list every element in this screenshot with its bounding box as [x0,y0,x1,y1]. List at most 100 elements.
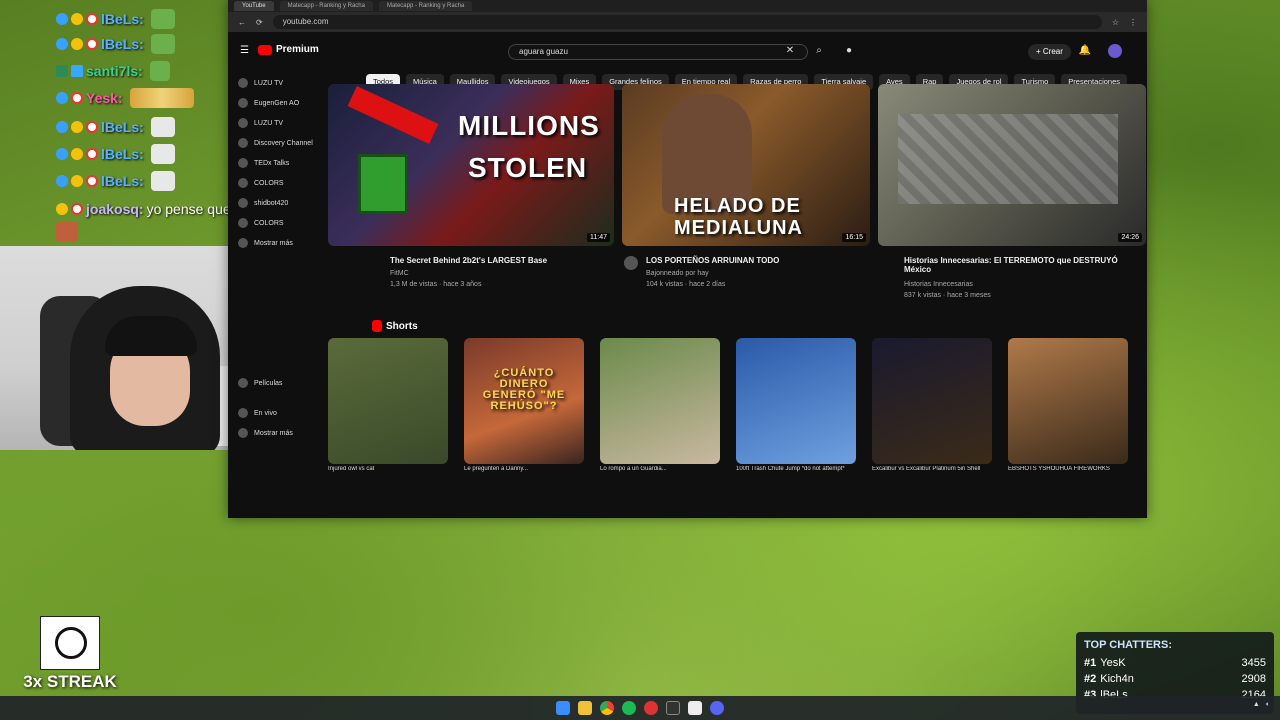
tab-matecapp-2[interactable]: Matecapp - Ranking y Racha [378,1,473,11]
file-explorer-icon[interactable] [578,701,592,715]
short-title[interactable]: Le pregunten a Danny... [464,466,584,472]
reload-icon[interactable]: ⟳ [256,18,263,27]
channel-icon [238,428,248,438]
verified-badge-icon [56,175,68,187]
video-thumbnail[interactable]: MILLIONS STOLEN 11:47 [328,84,614,246]
short-thumbnail[interactable] [872,338,992,464]
video-thumbnail[interactable]: 24:26 [878,84,1146,246]
hamburger-icon[interactable]: ☰ [240,45,249,56]
chrome-icon[interactable] [600,701,614,715]
verified-badge-icon [56,92,68,104]
short-title[interactable]: Injured owl vs cat [328,466,448,472]
search-input[interactable]: aguara guazu [508,44,808,60]
chat-message: Yesk: [56,87,194,109]
youtube-logo[interactable]: Premium [258,44,319,55]
video-title[interactable]: Historias Innecesarias: El TERREMOTO que… [904,256,1124,274]
short-thumbnail[interactable]: ¿CUÁNTO DINERO GENERÓ "ME REHÚSO"? [464,338,584,464]
tab-youtube[interactable]: YouTube [234,1,274,11]
video-duration: 16:15 [842,233,866,242]
chrome-alt-icon[interactable] [644,701,658,715]
youtube-header: ☰ Premium aguara guazu ✕ ⌕ ● + Crear 🔔 [228,32,1147,72]
network-icon[interactable]: ▲ [1253,701,1260,708]
volume-icon[interactable]: ◐ [1266,701,1270,708]
streamer-hair [105,316,197,356]
short-thumbnail[interactable] [600,338,720,464]
channel-icon [238,138,248,148]
short-title[interactable]: 100ft Trash Chute Jump *do not attempt* [736,466,856,472]
search-icon[interactable]: ⌕ [812,44,826,58]
sidebar-item[interactable]: Mostrar más [238,238,293,248]
mic-icon[interactable]: ● [842,44,856,58]
url-field[interactable]: youtube.com [272,15,1102,29]
frog-emote-icon [150,9,175,29]
spotify-icon[interactable] [622,701,636,715]
chat-username: joakosq: [86,201,144,217]
chat-message: lBeLs: [56,116,175,138]
sidebar-item[interactable]: En vivo [238,408,277,418]
video-meta: 1,3 M de vistas · hace 3 años [390,281,482,288]
sidebar-item[interactable]: TEDx Talks [238,158,289,168]
channel-icon [238,98,248,108]
back-icon[interactable]: ← [238,18,246,27]
chat-message: lBeLs: [56,33,175,55]
sub-badge-icon [71,121,83,133]
heart-badge-icon [86,175,98,187]
sidebar-item[interactable]: Películas [238,378,282,388]
sidebar-item-label: Películas [254,379,283,387]
verified-badge-icon [56,13,68,25]
sidebar-item[interactable]: COLORS [238,218,284,228]
channel-icon [238,408,248,418]
bookmark-icon[interactable]: ☆ [1112,18,1119,27]
sidebar-item[interactable]: LUZU TV [238,118,283,128]
sidebar-item[interactable]: Discovery Channel [238,138,313,148]
short-title[interactable]: Lo rompo a un Guardia... [600,466,720,472]
obs-icon[interactable] [666,701,680,715]
video-title[interactable]: LOS PORTEÑOS ARRUINAN TODO [646,256,779,265]
menu-icon[interactable]: ⋮ [1129,18,1137,27]
sidebar-item[interactable]: EugenGen AO [238,98,299,108]
chat-username: lBeLs: [101,36,144,52]
chat-emote-icon [56,222,78,242]
tab-matecapp[interactable]: Matecapp - Ranking y Racha [279,1,373,11]
short-thumbnail[interactable] [328,338,448,464]
sidebar-item[interactable]: COLORS [238,178,284,188]
channel-avatar[interactable] [624,256,638,270]
frog-emote-icon [150,34,175,54]
clear-search-icon[interactable]: ✕ [783,44,797,58]
tab-bar: YouTube Matecapp - Ranking y Racha Matec… [228,0,1147,12]
chat-message: lBeLs: [56,143,175,165]
thumbnail-overlay-text: MILLIONS [458,110,600,141]
video-channel[interactable]: FitMC [390,270,409,277]
meme-face-icon [55,627,87,659]
app-icon[interactable] [688,701,702,715]
short-thumbnail[interactable] [1008,338,1128,464]
video-thumbnail[interactable]: HELADO DE MEDIALUNA 16:15 [622,84,870,246]
heart-badge-icon [71,92,83,104]
sub-badge-icon [71,13,83,25]
video-channel[interactable]: Bajonneado por hay [646,270,709,277]
rubble-figure [898,114,1118,204]
video-channel[interactable]: Historias Innecesarias [904,281,973,288]
chat-username: lBeLs: [101,146,144,162]
channel-icon [238,238,248,248]
sub-badge-icon [71,38,83,50]
sidebar-item[interactable]: LUZU TV [238,78,283,88]
notifications-icon[interactable]: 🔔 [1078,44,1092,58]
chatter-username: YesK [1100,657,1126,669]
channel-icon [238,118,248,128]
discord-icon[interactable] [710,701,724,715]
sidebar-item[interactable]: shidbot420 [238,198,288,208]
avatar[interactable] [1108,44,1122,58]
create-button[interactable]: + Crear [1028,44,1071,60]
pepe-emote-icon [150,171,175,191]
start-icon[interactable] [556,701,570,715]
short-title[interactable]: EBSHOTS YSHOUHUA FIREWORKS [1008,466,1128,472]
sidebar-item[interactable]: Mostrar más [238,428,293,438]
video-meta: 104 k vistas · hace 2 días [646,281,726,288]
video-title[interactable]: The Secret Behind 2b2t's LARGEST Base [390,256,547,265]
short-title[interactable]: Excalibur vs Excalibur Platinum 5in Shel… [872,466,992,472]
heart-badge-icon [71,203,83,215]
short-thumbnail[interactable] [736,338,856,464]
thumbnail-overlay-text: MEDIALUNA [674,217,803,239]
shorts-header: Shorts [372,320,418,332]
